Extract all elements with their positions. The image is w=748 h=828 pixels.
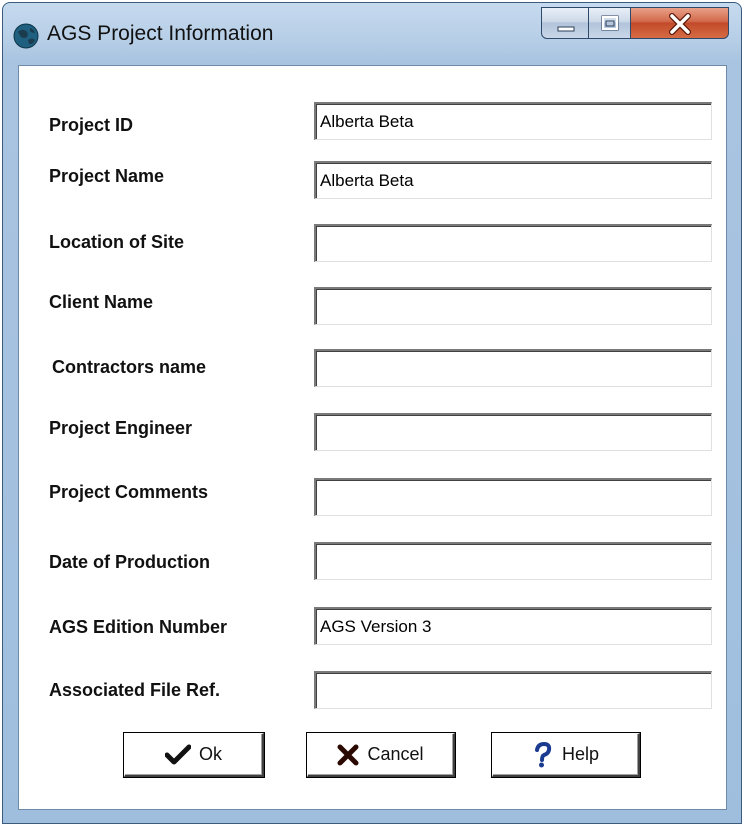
- date-of-production-field[interactable]: [314, 542, 712, 580]
- checkmark-icon: [164, 744, 191, 764]
- client-name-field[interactable]: [314, 287, 712, 325]
- window-title: AGS Project Information: [47, 22, 274, 45]
- ok-button[interactable]: Ok: [124, 733, 264, 777]
- associated-file-ref-label: Associated File Ref.: [49, 680, 221, 700]
- project-engineer-field[interactable]: [314, 413, 712, 451]
- help-button[interactable]: Help: [492, 733, 640, 777]
- maximize-icon: [601, 15, 619, 31]
- date-of-production-label: Date of Production: [49, 552, 210, 572]
- close-icon: [669, 13, 691, 35]
- client-name-label: Client Name: [49, 292, 154, 312]
- project-name-label: Project Name: [49, 166, 165, 186]
- ags-edition-number-label: AGS Edition Number: [49, 617, 228, 637]
- close-button[interactable]: [631, 7, 729, 39]
- project-name-field[interactable]: Alberta Beta: [314, 161, 712, 199]
- cancel-button-label: Cancel: [367, 744, 424, 764]
- project-engineer-label: Project Engineer: [49, 418, 193, 438]
- contractors-name-label: Contractors name: [52, 357, 207, 377]
- ok-button-label: Ok: [198, 744, 222, 764]
- title-bar[interactable]: AGS Project Information: [3, 3, 741, 63]
- question-mark-icon: [534, 741, 552, 767]
- x-cross-icon: [337, 744, 359, 765]
- app-globe-icon[interactable]: [13, 23, 39, 49]
- location-of-site-field[interactable]: [314, 224, 712, 262]
- project-comments-label: Project Comments: [49, 482, 209, 502]
- minimize-button[interactable]: [541, 7, 589, 39]
- maximize-button[interactable]: [589, 7, 631, 39]
- project-id-field[interactable]: Alberta Beta: [314, 102, 712, 140]
- cancel-button[interactable]: Cancel: [307, 733, 455, 777]
- associated-file-ref-field[interactable]: [314, 671, 712, 709]
- ags-edition-number-field[interactable]: AGS Version 3: [314, 607, 712, 645]
- location-of-site-label: Location of Site: [49, 232, 184, 252]
- project-comments-field[interactable]: [314, 478, 712, 516]
- minimize-icon: [557, 26, 575, 32]
- help-button-label: Help: [561, 744, 600, 764]
- project-id-label: Project ID: [49, 115, 134, 135]
- contractors-name-field[interactable]: [314, 349, 712, 387]
